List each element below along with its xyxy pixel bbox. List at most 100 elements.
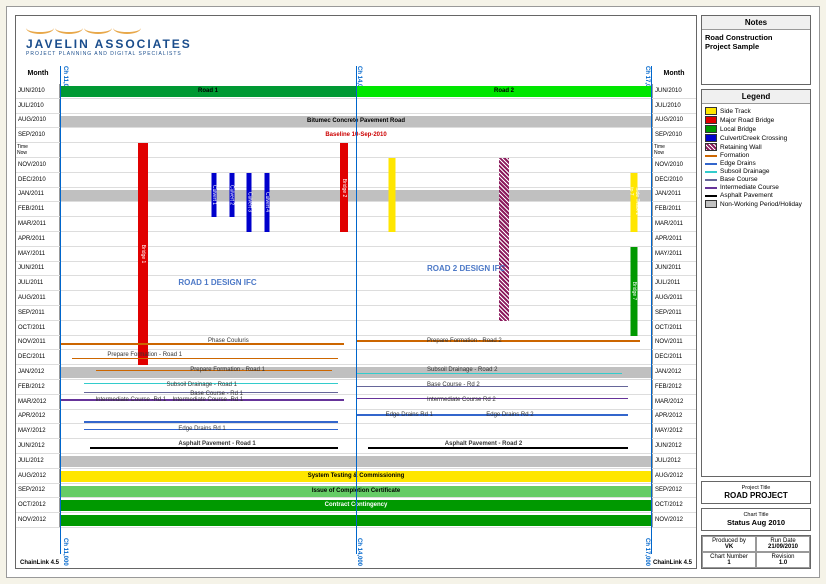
legend-label: Culvert/Creek Crossing <box>720 135 787 142</box>
month-r: OCT/2011 <box>652 321 696 335</box>
chart-row <box>60 276 652 290</box>
month-r: APR/2011 <box>652 232 696 246</box>
month-l: JAN/2012 <box>16 365 60 379</box>
legend-label: Local Bridge <box>720 126 756 133</box>
legend-item: Subsoil Drainage <box>705 168 807 175</box>
month-r: DEC/2011 <box>652 350 696 364</box>
legend-swatch <box>705 155 717 157</box>
legend-swatch <box>705 179 717 181</box>
notes-1: Road Construction <box>705 33 807 42</box>
chart-row: Contract Contingency <box>60 498 652 512</box>
legend-item: Base Course <box>705 176 807 183</box>
span-bar: System Testing & Commissioning <box>60 471 652 482</box>
grid: JUN/2010Road 1Road 2JUN/2010JUL/2010JUL/… <box>16 84 696 554</box>
month-l: JUN/2010 <box>16 84 60 98</box>
month-l: DEC/2010 <box>16 173 60 187</box>
month-r: AUG/2011 <box>652 291 696 305</box>
chart-row <box>60 410 652 424</box>
month-l: OCT/2012 <box>16 498 60 512</box>
legend-item: Edge Drains <box>705 160 807 167</box>
legend-swatch <box>705 125 717 133</box>
chart-row <box>60 350 652 364</box>
month-l: FEB/2011 <box>16 202 60 216</box>
chart-row: Baseline 10-Sep-2010 <box>60 128 652 142</box>
legend-swatch <box>705 107 717 115</box>
month-hdr-l: Month <box>16 70 60 77</box>
legend-swatch <box>705 187 717 189</box>
chainlink-l: ChainLink 4.5 <box>20 560 59 566</box>
month-r: MAY/2012 <box>652 424 696 438</box>
month-r: NOV/2011 <box>652 336 696 350</box>
span-bar <box>60 515 652 526</box>
logo: JAVELIN ASSOCIATES PROJECT PLANNING AND … <box>26 22 192 57</box>
month-r: FEB/2011 <box>652 202 696 216</box>
month-l: MAY/2011 <box>16 247 60 261</box>
month-r: APR/2012 <box>652 410 696 424</box>
proj-v: ROAD PROJECT <box>705 491 807 500</box>
chart-row <box>60 395 652 409</box>
month-r: NOV/2012 <box>652 513 696 527</box>
legend-label: Edge Drains <box>720 160 756 167</box>
span-bar: Issue of Completion Certificate <box>60 486 652 497</box>
legend-item: Asphalt Pavement <box>705 192 807 199</box>
main-chart: JAVELIN ASSOCIATES PROJECT PLANNING AND … <box>15 15 697 569</box>
chart-row <box>60 173 652 187</box>
meta-box: Produced byVK Run Date21/09/2010 Chart N… <box>701 535 811 569</box>
chart-row <box>60 291 652 305</box>
chart-row <box>60 188 652 202</box>
month-r: FEB/2012 <box>652 380 696 394</box>
rd-v: 21/09/2010 <box>768 544 798 550</box>
month-r: OCT/2012 <box>652 498 696 512</box>
month-r: JUL/2011 <box>652 276 696 290</box>
legend-item: Formation <box>705 152 807 159</box>
month-l: JUL/2010 <box>16 99 60 113</box>
chart-row <box>60 306 652 320</box>
legend-label: Side Track <box>720 108 751 115</box>
chart-row <box>60 247 652 261</box>
span-bar: Road 2 <box>356 86 652 97</box>
chart-row <box>60 99 652 113</box>
month-l: AUG/2011 <box>16 291 60 305</box>
chart-row: Issue of Completion Certificate <box>60 484 652 498</box>
month-r: AUG/2012 <box>652 469 696 483</box>
chart-row <box>60 217 652 231</box>
month-r: MAR/2011 <box>652 217 696 231</box>
span-bar: Baseline 10-Sep-2010 <box>60 130 652 141</box>
chart-row <box>60 439 652 453</box>
month-hdr-r: Month <box>652 70 696 77</box>
pb-v: VK <box>725 544 733 550</box>
month-l: JUN/2012 <box>16 439 60 453</box>
month-l: FEB/2012 <box>16 380 60 394</box>
legend-swatch <box>705 116 717 124</box>
month-r: JUN/2012 <box>652 439 696 453</box>
chart-row <box>60 336 652 350</box>
proj-box: Project Title ROAD PROJECT <box>701 481 811 504</box>
legend-hdr: Legend <box>702 90 810 104</box>
chart-row <box>60 424 652 438</box>
legend-item: Local Bridge <box>705 125 807 133</box>
month-r: JUN/2010 <box>652 84 696 98</box>
chart-row <box>60 365 652 379</box>
month-l: DEC/2011 <box>16 350 60 364</box>
chart-row <box>60 380 652 394</box>
span-bar <box>60 190 652 201</box>
chart-row <box>60 232 652 246</box>
chart-row: System Testing & Commissioning <box>60 469 652 483</box>
time-now: TimeNow <box>16 143 60 157</box>
legend-item: Intermediate Course <box>705 184 807 191</box>
legend-item: Non-Working Period/Holiday <box>705 200 807 208</box>
logo-text: JAVELIN ASSOCIATES <box>26 37 192 51</box>
legend-item: Major Road Bridge <box>705 116 807 124</box>
chart-row <box>60 513 652 527</box>
month-r: NOV/2010 <box>652 158 696 172</box>
month-l: MAR/2011 <box>16 217 60 231</box>
chart-row <box>60 202 652 216</box>
month-r: DEC/2010 <box>652 173 696 187</box>
chart-row: TimeNowTimeNow <box>60 143 652 157</box>
month-l: SEP/2012 <box>16 484 60 498</box>
legend-label: Non-Working Period/Holiday <box>720 201 802 208</box>
legend-label: Formation <box>720 152 749 159</box>
page: JAVELIN ASSOCIATES PROJECT PLANNING AND … <box>6 6 820 578</box>
notes-2: Project Sample <box>705 42 807 51</box>
month-r: AUG/2010 <box>652 114 696 128</box>
